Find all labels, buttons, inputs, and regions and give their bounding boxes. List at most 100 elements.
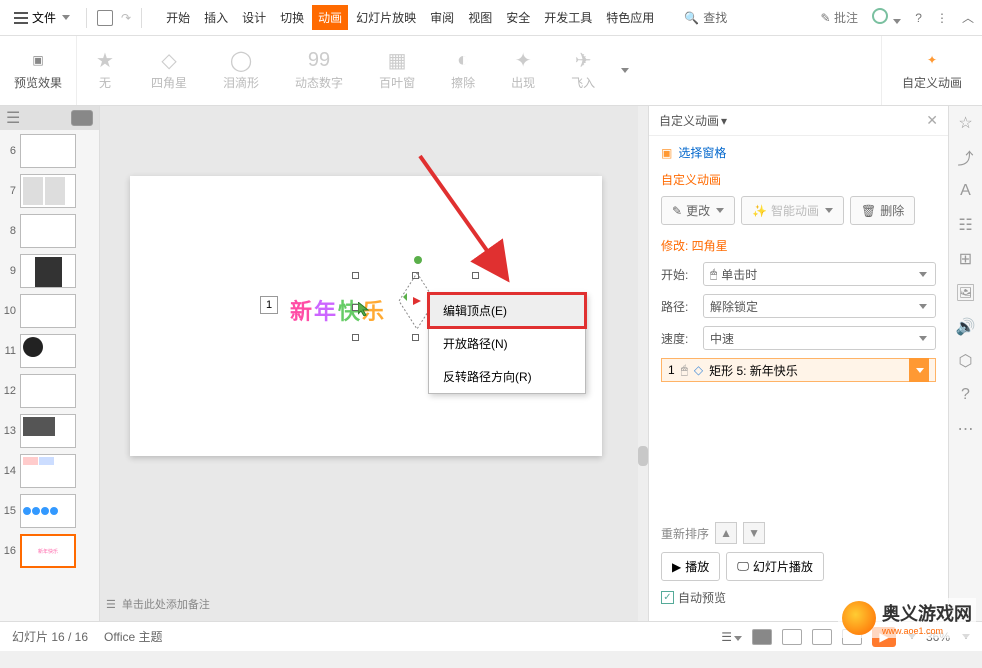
effect-blinds[interactable]: ▦百叶窗 <box>361 36 433 105</box>
slide-thumb-6[interactable] <box>20 134 76 168</box>
start-select[interactable]: 🖱单击时 <box>703 262 936 286</box>
preview-button[interactable]: ▣ 预览效果 <box>0 36 77 105</box>
settings-tool-icon[interactable]: ☷ <box>957 216 975 234</box>
menu-reverse-path[interactable]: 反转路径方向(R) <box>429 360 585 393</box>
resize-handle[interactable] <box>352 272 359 279</box>
notes-bar[interactable]: ☰ 单击此处添加备注 <box>100 593 636 615</box>
show-start-icon[interactable] <box>97 10 113 26</box>
slide-thumb-14[interactable] <box>20 454 76 488</box>
tab-animation[interactable]: 动画 <box>312 5 348 30</box>
search-area[interactable]: 🔍 查找 <box>684 9 727 26</box>
slide-thumb-7[interactable] <box>20 174 76 208</box>
effect-wipe[interactable]: ◐擦除 <box>433 36 493 105</box>
reorder-label: 重新排序 <box>661 525 709 542</box>
animation-list-item[interactable]: 1 🖱 ◇ 矩形 5: 新年快乐 <box>661 358 936 382</box>
outline-view-icon[interactable]: ☰ <box>6 108 20 128</box>
slide-thumb-16[interactable]: 新年快乐 <box>20 534 76 568</box>
tab-start[interactable]: 开始 <box>160 5 196 30</box>
thumb-list[interactable]: 6 7 8 9 10 11 12 13 14 15 16新年快乐 <box>0 130 99 578</box>
select-pane-row[interactable]: ▣ 选择窗格 <box>661 144 936 161</box>
tab-slideshow[interactable]: 幻灯片放映 <box>350 5 422 30</box>
tab-insert[interactable]: 插入 <box>198 5 234 30</box>
effect-more[interactable] <box>613 36 635 105</box>
collapse-ribbon-icon[interactable]: ︿ <box>962 9 974 26</box>
canvas-scrollbar[interactable] <box>638 106 648 621</box>
custom-animation-button[interactable]: ✦ 自定义动画 <box>881 36 982 105</box>
path-row: 路径: 解除锁定 <box>661 294 936 318</box>
slide-canvas[interactable]: 1 新年快乐 编辑顶点(E) 开放路径(N) <box>130 176 602 456</box>
reading-view-icon[interactable] <box>812 629 832 645</box>
star-tool-icon[interactable]: ☆ <box>957 114 975 132</box>
tab-security[interactable]: 安全 <box>500 5 536 30</box>
help-icon[interactable]: ? <box>915 11 922 25</box>
trash-icon: 🗑 <box>861 204 876 218</box>
tab-transition[interactable]: 切换 <box>274 5 310 30</box>
menu-icon[interactable]: ☰ <box>721 630 742 644</box>
text-tool-icon[interactable]: A <box>957 182 975 200</box>
anim-item-dropdown[interactable] <box>909 358 929 382</box>
slide-thumb-15[interactable] <box>20 494 76 528</box>
normal-view-icon[interactable] <box>752 629 772 645</box>
tab-design[interactable]: 设计 <box>236 5 272 30</box>
slide-thumb-12[interactable] <box>20 374 76 408</box>
slide-thumb-9[interactable] <box>20 254 76 288</box>
menu-edit-points[interactable]: 编辑顶点(E) <box>429 294 585 327</box>
sync-button[interactable] <box>872 8 901 27</box>
move-up-button[interactable]: ▲ <box>715 522 737 544</box>
effect-none[interactable]: ★无 <box>77 36 133 105</box>
checkbox-checked-icon[interactable]: ✓ <box>661 591 674 604</box>
more-tool-icon[interactable]: ⋯ <box>957 420 975 438</box>
app-menu-button[interactable]: 文件 <box>8 5 76 30</box>
redo-icon[interactable]: ↷ <box>121 11 131 25</box>
slideshow-button[interactable]: 🖵幻灯片播放 <box>726 552 824 581</box>
hex-tool-icon[interactable]: ⬡ <box>957 352 975 370</box>
animation-sequence-badge[interactable]: 1 <box>260 296 278 314</box>
tab-special[interactable]: 特色应用 <box>600 5 660 30</box>
effect-flyin[interactable]: ✈飞入 <box>553 36 613 105</box>
play-button[interactable]: ▶播放 <box>661 552 720 581</box>
slide-thumb-8[interactable] <box>20 214 76 248</box>
select-pane-link[interactable]: 选择窗格 <box>678 144 726 161</box>
image-tool-icon[interactable]: 🖼 <box>957 284 975 302</box>
start-label: 开始: <box>661 266 697 283</box>
effect-teardrop[interactable]: ◯泪滴形 <box>205 36 277 105</box>
speed-select[interactable]: 中速 <box>703 326 936 350</box>
rotation-handle[interactable] <box>414 256 422 264</box>
tab-view[interactable]: 视图 <box>462 5 498 30</box>
slide-thumb-11[interactable] <box>20 334 76 368</box>
text-object[interactable]: 新年快乐 <box>290 294 386 326</box>
sync-icon <box>872 8 888 24</box>
button-group: ✎更改 ✨智能动画 🗑删除 <box>661 196 936 225</box>
effect-fourstar[interactable]: ◇四角星 <box>133 36 205 105</box>
tab-review[interactable]: 审阅 <box>424 5 460 30</box>
effect-appear[interactable]: ✦出现 <box>493 36 553 105</box>
speed-label: 速度: <box>661 330 697 347</box>
thumb-view-icon[interactable] <box>71 110 93 126</box>
close-icon[interactable]: ✕ <box>926 112 938 129</box>
move-down-button[interactable]: ▼ <box>743 522 765 544</box>
resize-handle[interactable] <box>472 272 479 279</box>
resize-handle[interactable] <box>412 334 419 341</box>
resize-handle[interactable] <box>352 334 359 341</box>
slide-thumb-13[interactable] <box>20 414 76 448</box>
panel-title: 自定义动画 <box>659 112 719 129</box>
options-icon[interactable]: ⋮ <box>936 11 948 25</box>
transition-tool-icon[interactable]: ⤴ <box>957 148 975 166</box>
menu-open-path[interactable]: 开放路径(N) <box>429 327 585 360</box>
sorter-view-icon[interactable] <box>782 629 802 645</box>
smart-anim-button[interactable]: ✨智能动画 <box>741 196 844 225</box>
effect-dynamic[interactable]: 99动态数字 <box>277 36 361 105</box>
annotate-button[interactable]: ✎ 批注 <box>821 9 858 26</box>
help-tool-icon[interactable]: ? <box>957 386 975 404</box>
thumb-row: 14 <box>2 454 97 488</box>
slide-thumb-10[interactable] <box>20 294 76 328</box>
tab-devtools[interactable]: 开发工具 <box>538 5 598 30</box>
delete-button[interactable]: 🗑删除 <box>850 196 915 225</box>
audio-tool-icon[interactable]: 🔊 <box>957 318 975 336</box>
panel-body: ▣ 选择窗格 自定义动画 ✎更改 ✨智能动画 🗑删除 修改: 四角星 开始: 🖱… <box>649 136 948 621</box>
chart-tool-icon[interactable]: ⊞ <box>957 250 975 268</box>
scrollbar-thumb[interactable] <box>638 446 648 466</box>
panel-title-dropdown[interactable]: ▾ <box>721 114 727 128</box>
path-select[interactable]: 解除锁定 <box>703 294 936 318</box>
change-button[interactable]: ✎更改 <box>661 196 735 225</box>
